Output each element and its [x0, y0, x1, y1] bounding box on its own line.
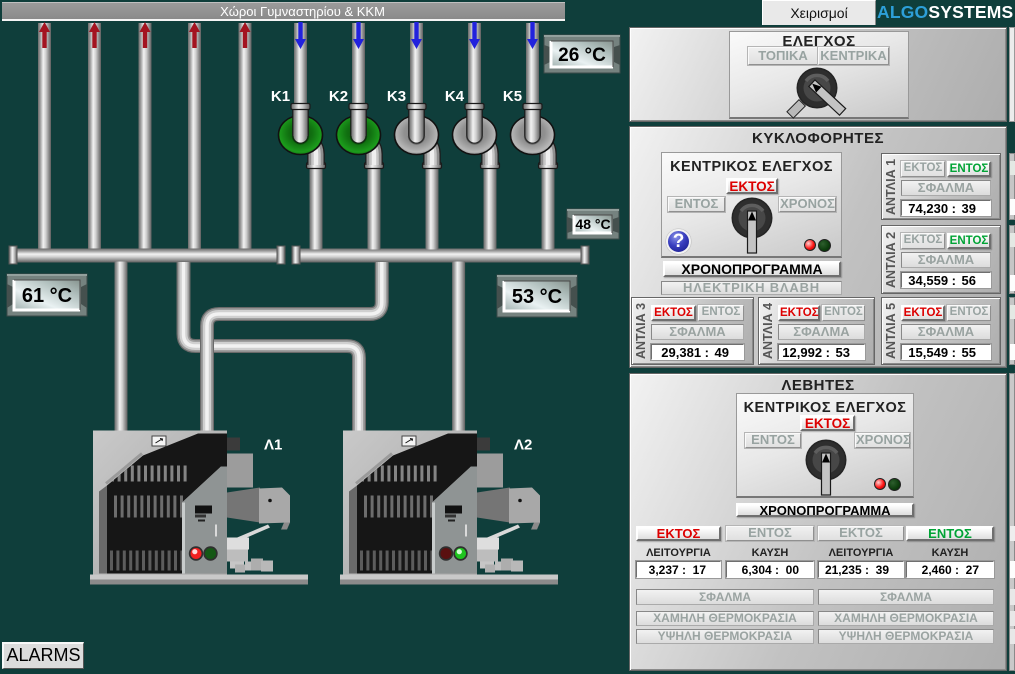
svg-text:Λ2: Λ2 — [514, 437, 532, 454]
svg-text:61 °C: 61 °C — [22, 285, 72, 307]
svg-text:53 °C: 53 °C — [512, 286, 562, 308]
svg-text:K4: K4 — [445, 88, 465, 105]
svg-text:K1: K1 — [271, 88, 290, 105]
svg-text:K3: K3 — [387, 88, 406, 105]
svg-text:26 °C: 26 °C — [558, 45, 606, 66]
svg-text:48 °C: 48 °C — [575, 216, 610, 232]
svg-text:Λ1: Λ1 — [264, 437, 282, 454]
svg-text:K5: K5 — [503, 88, 522, 105]
svg-text:K2: K2 — [329, 88, 348, 105]
